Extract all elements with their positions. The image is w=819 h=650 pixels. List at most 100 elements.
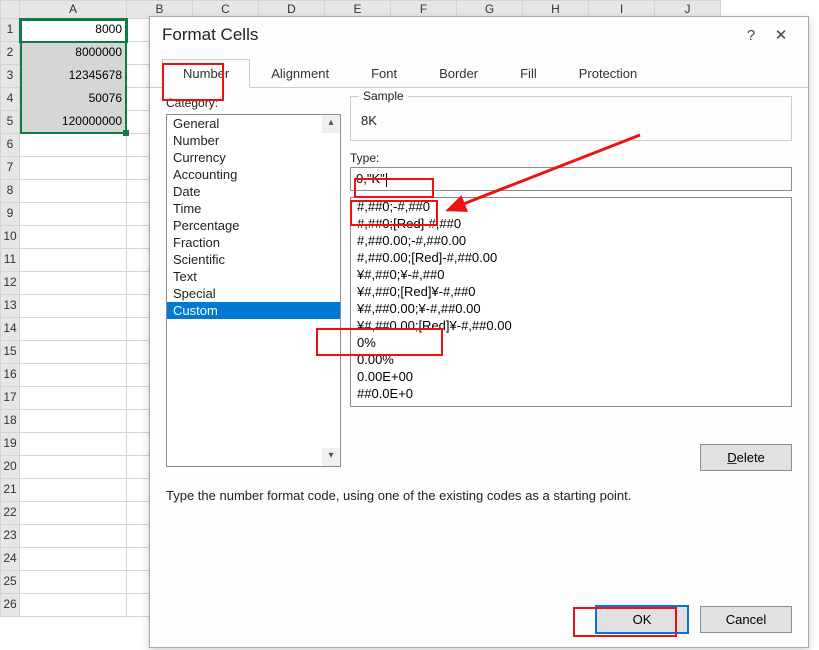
category-item[interactable]: General xyxy=(167,115,340,132)
category-list[interactable]: GeneralNumberCurrencyAccountingDateTimeP… xyxy=(166,114,341,467)
row-header-7[interactable]: 7 xyxy=(0,157,20,180)
cell-A22[interactable] xyxy=(20,502,127,525)
format-code-item[interactable]: #,##0.00;[Red]-#,##0.00 xyxy=(351,249,791,266)
row-header-5[interactable]: 5 xyxy=(0,111,20,134)
cell-A4[interactable]: 50076 xyxy=(20,88,127,111)
row-header-9[interactable]: 9 xyxy=(0,203,20,226)
cell-A13[interactable] xyxy=(20,295,127,318)
cell-A11[interactable] xyxy=(20,249,127,272)
cell-A9[interactable] xyxy=(20,203,127,226)
tab-protection[interactable]: Protection xyxy=(558,59,659,88)
row-header-11[interactable]: 11 xyxy=(0,249,20,272)
format-code-item[interactable]: ¥#,##0;[Red]¥-#,##0 xyxy=(351,283,791,300)
cell-A1[interactable]: 8000 xyxy=(20,19,127,42)
category-item[interactable]: Scientific xyxy=(167,251,340,268)
cell-A3[interactable]: 12345678 xyxy=(20,65,127,88)
row-header-4[interactable]: 4 xyxy=(0,88,20,111)
tab-alignment[interactable]: Alignment xyxy=(250,59,350,88)
row-header-25[interactable]: 25 xyxy=(0,571,20,594)
row-header-21[interactable]: 21 xyxy=(0,479,20,502)
category-item[interactable]: Time xyxy=(167,200,340,217)
category-item[interactable]: Date xyxy=(167,183,340,200)
help-button[interactable]: ? xyxy=(736,27,766,44)
sample-label: Sample xyxy=(359,89,408,103)
category-item[interactable]: Fraction xyxy=(167,234,340,251)
row-header-14[interactable]: 14 xyxy=(0,318,20,341)
cell-A14[interactable] xyxy=(20,318,127,341)
tab-number[interactable]: Number xyxy=(162,59,250,88)
cell-A7[interactable] xyxy=(20,157,127,180)
row-header-13[interactable]: 13 xyxy=(0,295,20,318)
cell-A24[interactable] xyxy=(20,548,127,571)
scroll-up-icon[interactable]: ▴ xyxy=(322,115,340,133)
category-item[interactable]: Percentage xyxy=(167,217,340,234)
category-item[interactable]: Special xyxy=(167,285,340,302)
cell-A26[interactable] xyxy=(20,594,127,617)
format-code-item[interactable]: ¥#,##0.00;[Red]¥-#,##0.00 xyxy=(351,317,791,334)
cell-A2[interactable]: 8000000 xyxy=(20,42,127,65)
format-code-item[interactable]: #,##0;[Red]-#,##0 xyxy=(351,215,791,232)
row-header-23[interactable]: 23 xyxy=(0,525,20,548)
row-header-18[interactable]: 18 xyxy=(0,410,20,433)
cell-A20[interactable] xyxy=(20,456,127,479)
row-header-2[interactable]: 2 xyxy=(0,42,20,65)
tab-border[interactable]: Border xyxy=(418,59,499,88)
row-header-16[interactable]: 16 xyxy=(0,364,20,387)
category-item[interactable]: Currency xyxy=(167,149,340,166)
select-all-corner[interactable] xyxy=(0,0,20,19)
category-item[interactable]: Number xyxy=(167,132,340,149)
tab-fill[interactable]: Fill xyxy=(499,59,558,88)
scroll-down-icon[interactable]: ▾ xyxy=(322,448,340,466)
cancel-button[interactable]: Cancel xyxy=(700,606,792,633)
row-header-8[interactable]: 8 xyxy=(0,180,20,203)
row-header-22[interactable]: 22 xyxy=(0,502,20,525)
dialog-footer: OK Cancel xyxy=(596,606,792,633)
col-header-A[interactable]: A xyxy=(20,0,127,19)
row-header-6[interactable]: 6 xyxy=(0,134,20,157)
row-header-26[interactable]: 26 xyxy=(0,594,20,617)
category-label: Category: xyxy=(166,96,218,110)
format-code-item[interactable]: ¥#,##0;¥-#,##0 xyxy=(351,266,791,283)
format-code-item[interactable]: #,##0;-#,##0 xyxy=(351,198,791,215)
row-header-24[interactable]: 24 xyxy=(0,548,20,571)
format-code-item[interactable]: ##0.0E+0 xyxy=(351,385,791,402)
cell-A5[interactable]: 120000000 xyxy=(20,111,127,134)
format-code-item[interactable]: 0% xyxy=(351,334,791,351)
cell-A6[interactable] xyxy=(20,134,127,157)
format-code-item[interactable]: #,##0.00;-#,##0.00 xyxy=(351,232,791,249)
category-item[interactable]: Text xyxy=(167,268,340,285)
category-item[interactable]: Accounting xyxy=(167,166,340,183)
row-header-17[interactable]: 17 xyxy=(0,387,20,410)
cell-A19[interactable] xyxy=(20,433,127,456)
row-header-19[interactable]: 19 xyxy=(0,433,20,456)
cell-A12[interactable] xyxy=(20,272,127,295)
row-header-20[interactable]: 20 xyxy=(0,456,20,479)
cell-A18[interactable] xyxy=(20,410,127,433)
dialog-title: Format Cells xyxy=(162,25,258,45)
tab-font[interactable]: Font xyxy=(350,59,418,88)
cell-A17[interactable] xyxy=(20,387,127,410)
ok-button[interactable]: OK xyxy=(596,606,688,633)
format-code-list[interactable]: #,##0;-#,##0#,##0;[Red]-#,##0#,##0.00;-#… xyxy=(350,197,792,407)
cell-A8[interactable] xyxy=(20,180,127,203)
close-button[interactable]: ✕ xyxy=(766,26,796,44)
format-code-item[interactable]: 0.00E+00 xyxy=(351,368,791,385)
row-header-15[interactable]: 15 xyxy=(0,341,20,364)
hint-text: Type the number format code, using one o… xyxy=(166,488,792,503)
cell-A16[interactable] xyxy=(20,364,127,387)
type-input[interactable]: 0,"K" xyxy=(350,167,792,191)
cell-A23[interactable] xyxy=(20,525,127,548)
category-item[interactable]: Custom xyxy=(167,302,340,319)
cell-A25[interactable] xyxy=(20,571,127,594)
format-code-item[interactable]: ¥#,##0.00;¥-#,##0.00 xyxy=(351,300,791,317)
delete-button[interactable]: Delete xyxy=(700,444,792,471)
row-header-12[interactable]: 12 xyxy=(0,272,20,295)
format-code-item[interactable]: 0.00% xyxy=(351,351,791,368)
sample-box: Sample 8K xyxy=(350,96,792,141)
row-header-10[interactable]: 10 xyxy=(0,226,20,249)
cell-A10[interactable] xyxy=(20,226,127,249)
cell-A15[interactable] xyxy=(20,341,127,364)
row-header-3[interactable]: 3 xyxy=(0,65,20,88)
row-header-1[interactable]: 1 xyxy=(0,19,20,42)
cell-A21[interactable] xyxy=(20,479,127,502)
